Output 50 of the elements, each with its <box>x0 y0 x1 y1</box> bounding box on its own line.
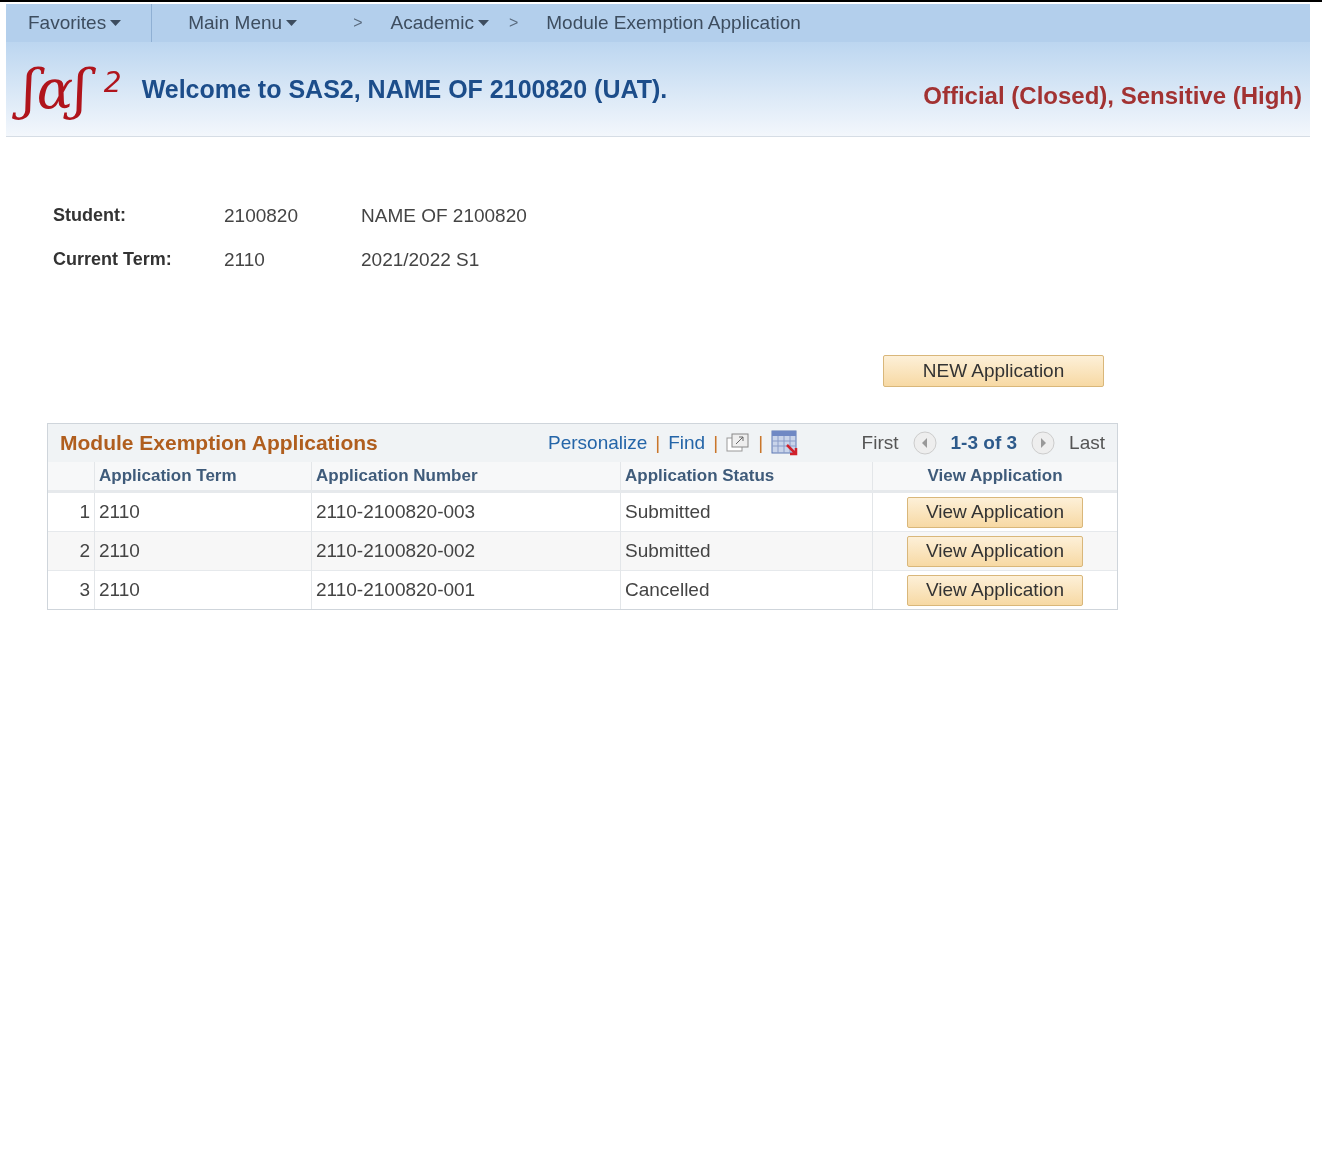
page-range: 1-3 of 3 <box>950 432 1018 454</box>
caret-icon <box>477 20 489 26</box>
view-application-button[interactable]: View Application <box>907 496 1083 528</box>
field-value: 2100820 <box>224 205 299 227</box>
view-application-button[interactable]: View Application <box>907 535 1083 567</box>
column-header: Application Status <box>620 462 873 492</box>
field-value: NAME OF 2100820 <box>361 205 528 227</box>
table-cell: Submitted <box>620 491 873 532</box>
table-cell: 2110 <box>94 570 312 609</box>
separator: | <box>655 432 661 454</box>
logo-superscript: 2 <box>103 66 122 99</box>
last-link[interactable]: Last <box>1069 432 1105 454</box>
row-number: 3 <box>48 570 95 609</box>
nav-menu[interactable]: Academic <box>390 4 489 42</box>
spreadsheet-download-icon[interactable] <box>771 430 800 456</box>
first-link[interactable]: First <box>861 432 899 454</box>
separator: | <box>758 432 764 454</box>
table-cell: 2110-2100820-001 <box>311 570 621 609</box>
toolbar-link[interactable]: Personalize <box>548 432 648 454</box>
breadcrumb-separator: > <box>353 14 363 32</box>
table-cell: Cancelled <box>620 570 873 609</box>
field-label: Current Term: <box>53 249 173 271</box>
field-label: Student: <box>53 205 127 227</box>
field-value: 2021/2022 S1 <box>361 249 481 271</box>
new-window-icon[interactable] <box>726 433 751 453</box>
grid-title: Module Exemption Applications <box>60 431 379 455</box>
breadcrumb-current[interactable]: Module Exemption Application <box>546 4 801 42</box>
field-value: 2110 <box>224 249 266 271</box>
column-header: Application Number <box>311 462 621 492</box>
previous-icon[interactable] <box>912 431 937 455</box>
breadcrumb-separator: > <box>508 14 519 32</box>
separator: | <box>713 432 719 454</box>
table-cell: 2110 <box>94 491 312 532</box>
row-number: 2 <box>48 531 95 571</box>
column-header: Application Term <box>94 462 312 492</box>
welcome-text: Welcome to SAS2, NAME OF 2100820 (UAT). <box>141 74 668 104</box>
table-cell: Submitted <box>620 531 873 571</box>
caret-icon <box>286 20 298 26</box>
table-cell: 2110-2100820-002 <box>311 531 621 571</box>
table-cell: 2110-2100820-003 <box>311 491 621 532</box>
column-header: View Application <box>872 462 1117 492</box>
view-application-button[interactable]: View Application <box>907 574 1083 606</box>
classification-text: Official (Closed), Sensitive (High) <box>923 82 1302 110</box>
next-icon[interactable] <box>1031 431 1056 455</box>
toolbar-link[interactable]: Find <box>668 432 706 454</box>
row-number: 1 <box>48 491 95 532</box>
nav-menu[interactable]: Main Menu <box>188 4 298 42</box>
table-cell: 2110 <box>94 531 312 571</box>
new-application-button[interactable]: NEW Application <box>883 355 1104 387</box>
caret-icon <box>110 20 122 26</box>
